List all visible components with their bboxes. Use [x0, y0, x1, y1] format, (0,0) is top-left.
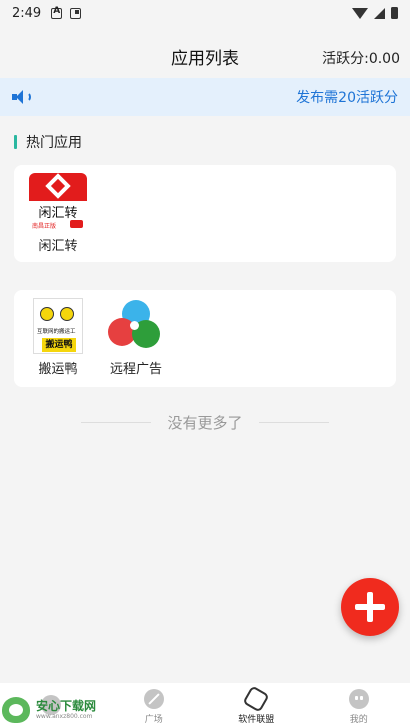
notice-text[interactable]: 发布需20活跃分 [296, 87, 398, 107]
watermark-logo [2, 697, 30, 723]
add-button[interactable] [341, 578, 399, 636]
notification-screen-icon [70, 7, 82, 19]
app-label[interactable]: 搬运鸭 [38, 358, 77, 377]
section-accent-bar [14, 135, 17, 149]
divider [81, 422, 152, 423]
battery-icon [391, 7, 398, 19]
nav-label: 我的 [349, 714, 368, 725]
section-title: 热门应用 [26, 135, 82, 151]
active-score[interactable]: 活跃分:0.00 [322, 48, 400, 68]
xianhuizhuan-app-icon[interactable]: 闲汇转 南昌正版 [29, 173, 87, 231]
title-bar: 应用列表 活跃分:0.00 [0, 38, 410, 74]
xianhuizhuan-icon-sub: 南昌正版 [32, 223, 57, 230]
mine-icon [348, 688, 369, 709]
nav-item-plaza[interactable]: 广场 [103, 683, 206, 728]
page-title: 应用列表 [171, 48, 239, 69]
app-tile-xianhuizhuan[interactable]: 闲汇转 南昌正版 闲汇转 [20, 165, 96, 262]
remote-ads-app-icon[interactable] [107, 298, 165, 354]
signal-icon [374, 7, 385, 19]
status-time: 2:49 [12, 5, 42, 21]
no-more-footer: 没有更多了 [0, 412, 410, 433]
watermark-url: www.anxz800.com [36, 712, 93, 720]
banyunya-icon-caption: 互联网的搬运工 [37, 329, 76, 335]
nav-label: 广场 [144, 714, 163, 725]
status-bar: 2:49 [0, 0, 410, 26]
plaza-icon [143, 688, 164, 709]
notification-a-icon [51, 6, 63, 19]
app-tile-remote-ads[interactable]: 远程广告 [96, 290, 176, 387]
nav-label: 软件联盟 [238, 714, 275, 725]
nav-item-software-alliance[interactable]: 软件联盟 [205, 683, 308, 728]
xianhuizhuan-icon-text: 闲汇转 [38, 206, 78, 221]
hot-apps-header: 热门应用 [14, 132, 82, 152]
banyunya-icon-tag: 搬运鸭 [42, 338, 76, 352]
no-more-text: 没有更多了 [167, 414, 243, 432]
banyunya-app-icon[interactable]: 互联网的搬运工 搬运鸭 [33, 298, 83, 354]
nav-item-mine[interactable]: 我的 [308, 683, 410, 728]
notice-bar[interactable]: 发布需20活跃分 [0, 78, 410, 116]
watermark-name: 安心下载网 [36, 698, 97, 713]
apps-card: 互联网的搬运工 搬运鸭 搬运鸭 远程广告 [14, 290, 396, 387]
app-tile-banyunya[interactable]: 互联网的搬运工 搬运鸭 搬运鸭 [20, 290, 96, 387]
duck-icon [40, 307, 54, 321]
watermark: 安心下载网 www.anxz800.com [2, 697, 96, 723]
xianhuizhuan-icon-tag [70, 220, 83, 228]
app-label[interactable]: 远程广告 [110, 358, 162, 377]
app-label[interactable]: 闲汇转 [38, 235, 77, 254]
cube-icon [242, 684, 270, 713]
speaker-icon [12, 89, 32, 105]
hot-apps-card: 闲汇转 南昌正版 闲汇转 [14, 165, 396, 262]
duck-icon [60, 307, 74, 321]
wifi-icon [352, 7, 368, 19]
divider [258, 422, 329, 423]
